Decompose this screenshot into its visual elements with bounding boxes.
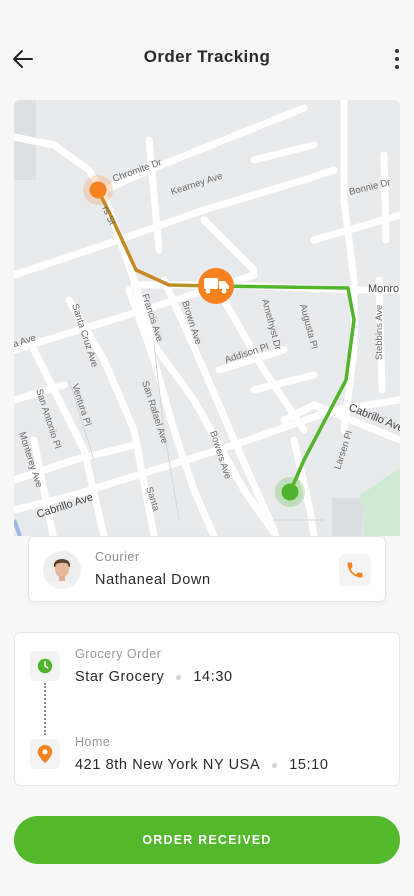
phone-icon xyxy=(347,562,363,578)
dropoff-icon-box xyxy=(30,739,60,769)
dropoff-address: 421 8th New York NY USA xyxy=(75,757,261,773)
app-header: Order Tracking xyxy=(0,0,414,110)
clock-icon xyxy=(37,658,53,674)
pickup-place: Star Grocery xyxy=(75,669,165,685)
courier-card: Courier Nathaneal Down xyxy=(28,536,386,602)
dropoff-details: 421 8th New York NY USA 15:10 xyxy=(75,757,329,773)
courier-marker[interactable] xyxy=(198,268,234,304)
order-received-button[interactable]: ORDER RECEIVED xyxy=(14,816,400,864)
more-options-button[interactable] xyxy=(388,44,406,74)
courier-name: Nathaneal Down xyxy=(95,572,211,588)
street-label: Monro xyxy=(368,283,399,295)
avatar xyxy=(43,551,81,589)
street-label: Stebbins Ave xyxy=(374,305,385,360)
more-vertical-icon xyxy=(395,49,399,53)
route-connector xyxy=(44,683,46,735)
pickup-details: Star Grocery 14:30 xyxy=(75,669,233,685)
pickup-label: Grocery Order xyxy=(75,647,162,661)
pickup-time: 14:30 xyxy=(193,669,233,685)
pickup-marker[interactable] xyxy=(89,181,107,199)
separator-dot xyxy=(176,674,182,680)
pickup-icon-box xyxy=(30,651,60,681)
separator-dot xyxy=(272,762,278,768)
page-title: Order Tracking xyxy=(143,47,271,66)
order-details-card: Grocery Order Star Grocery 14:30 Home 42… xyxy=(14,632,400,786)
dropoff-marker[interactable] xyxy=(281,483,299,501)
location-pin-icon xyxy=(37,745,53,763)
dropoff-label: Home xyxy=(75,735,111,749)
courier-role-label: Courier xyxy=(95,550,140,564)
map-view[interactable]: Chromite Dr Kearney Ave Bonnie Dr Monro … xyxy=(14,100,400,536)
call-courier-button[interactable] xyxy=(339,554,371,586)
dropoff-time: 15:10 xyxy=(289,757,329,773)
map-canvas[interactable]: Chromite Dr Kearney Ave Bonnie Dr Monro … xyxy=(14,100,400,536)
